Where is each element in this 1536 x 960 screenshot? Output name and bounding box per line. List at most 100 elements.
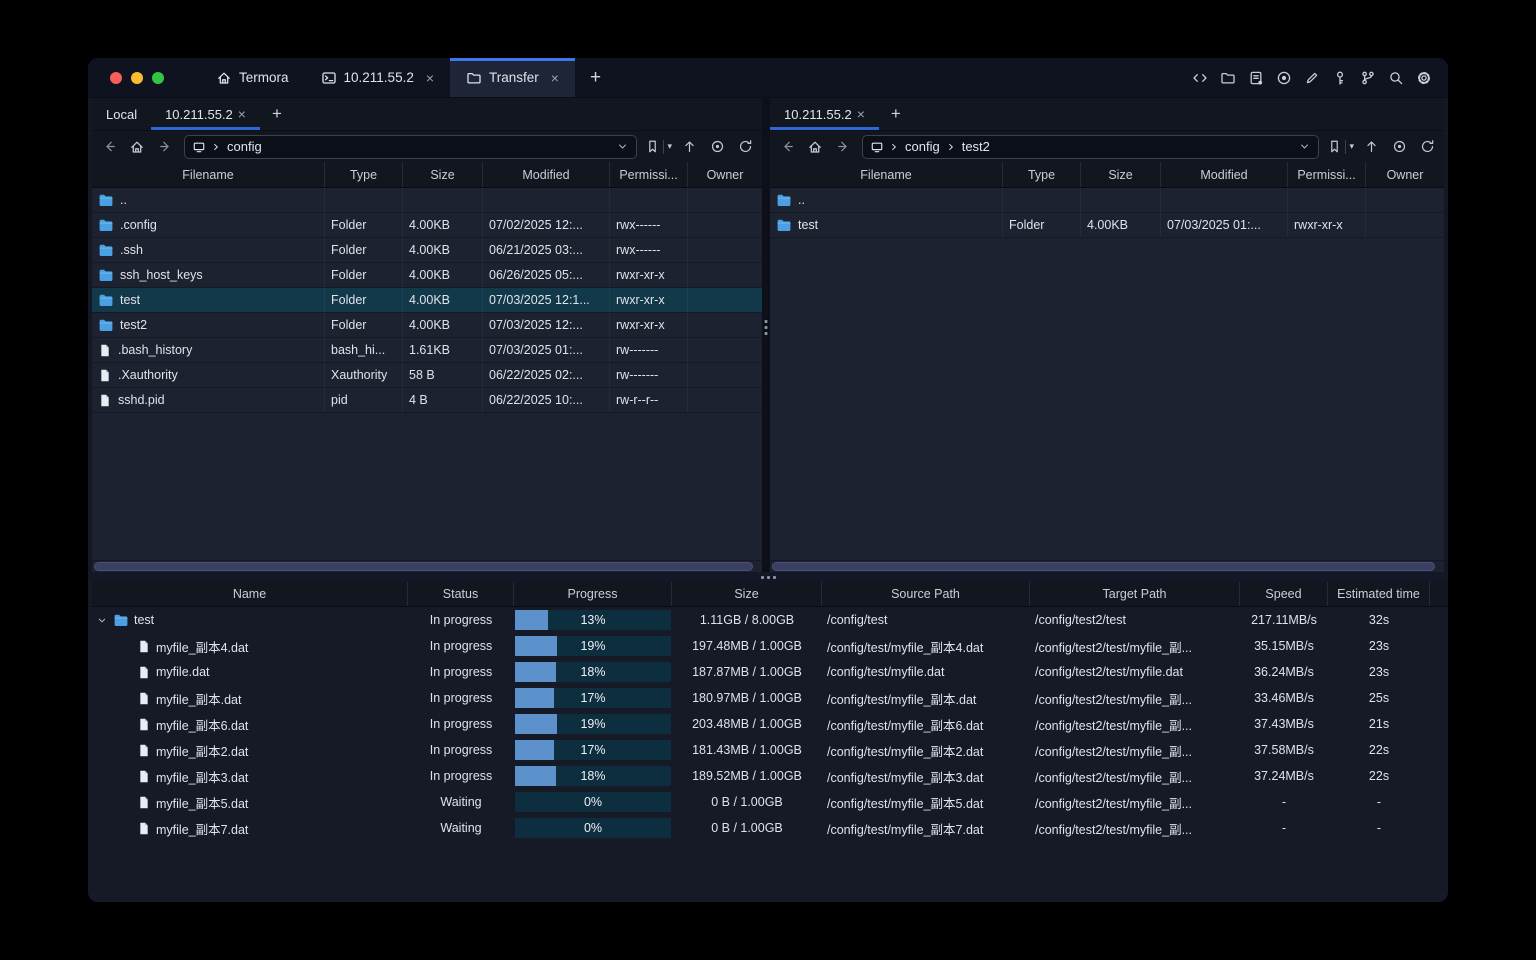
upload-button[interactable] [676, 135, 702, 159]
home-button[interactable] [124, 135, 150, 159]
column-header-target-path[interactable]: Target Path [1030, 582, 1240, 606]
home-button[interactable] [802, 135, 828, 159]
panel-tab-10-211-55-2[interactable]: 10.211.55.2 × [151, 98, 260, 130]
code-icon[interactable] [1192, 70, 1208, 86]
cell-text: rw-r--r-- [616, 393, 659, 407]
path-segment[interactable]: config [226, 139, 263, 154]
notes-icon[interactable] [1248, 70, 1264, 86]
upload-button[interactable] [1358, 135, 1384, 159]
back-button[interactable] [774, 135, 800, 159]
transfer-row[interactable]: test In progress 13% 1.11GB / 8.00GB/config… [92, 607, 1430, 633]
file-row[interactable]: .. [770, 188, 1444, 213]
close-tab-icon[interactable]: × [426, 70, 434, 86]
new-tab-button[interactable]: + [575, 58, 616, 97]
column-header-estimated-time[interactable]: Estimated time [1328, 582, 1430, 606]
forward-button[interactable] [152, 135, 178, 159]
column-header-type[interactable]: Type [1003, 162, 1081, 187]
scrollbar-thumb[interactable] [772, 562, 1436, 571]
column-header-size[interactable]: Size [403, 162, 483, 187]
record-icon[interactable] [1276, 70, 1292, 86]
close-tab-icon[interactable]: × [238, 106, 246, 122]
path-breadcrumb[interactable]: config [184, 134, 638, 159]
file-row[interactable]: .config Folder 4.00KB 07/02/2025 12:... rwx-… [92, 213, 762, 238]
panel-tab-local[interactable]: Local [92, 98, 151, 130]
splitter-grip-icon[interactable] [760, 575, 776, 579]
column-header-size[interactable]: Size [1081, 162, 1161, 187]
file-row[interactable]: test Folder 4.00KB 07/03/2025 01:... rwxr-xr… [770, 213, 1444, 238]
minimize-window-button[interactable] [131, 71, 143, 84]
bookmark-button[interactable]: ▾ [645, 139, 672, 154]
window-tab-transfer[interactable]: Transfer × [450, 58, 575, 97]
refresh-button[interactable] [1414, 135, 1440, 159]
transfer-row[interactable]: myfile_副本3.dat In progress 18% 189.52MB / 1… [92, 763, 1430, 789]
window-tab-10-211-55-2[interactable]: 10.211.55.2 × [305, 58, 451, 97]
target-path-cell: /config/test2/test/myfile_副... [1030, 637, 1240, 656]
panel-splitter[interactable] [762, 98, 770, 572]
bookmark-dropdown-icon[interactable]: ▾ [1349, 141, 1354, 152]
file-row[interactable]: test2 Folder 4.00KB 07/03/2025 12:... rwxr-x… [92, 313, 762, 338]
column-header-source-path[interactable]: Source Path [822, 582, 1030, 606]
scrollbar-thumb[interactable] [94, 562, 754, 571]
transfer-row[interactable]: myfile_副本.dat In progress 17% 180.97MB / 1.… [92, 685, 1430, 711]
file-row[interactable]: sshd.pid pid 4 B 06/22/2025 10:... rw-r--r-- [92, 388, 762, 413]
back-button[interactable] [96, 135, 122, 159]
branch-icon[interactable] [1360, 70, 1376, 86]
column-header-permissi[interactable]: Permissi... [1288, 162, 1366, 187]
hidden-files-button[interactable] [1386, 135, 1412, 159]
transfer-row[interactable]: myfile_副本5.dat Waiting 0% 0 B / 1.00GB/conf… [92, 789, 1430, 815]
forward-button[interactable] [830, 135, 856, 159]
bookmark-button[interactable]: ▾ [1327, 139, 1354, 154]
window-tab-termora[interactable]: Termora [200, 58, 305, 97]
bookmark-dropdown-icon[interactable]: ▾ [667, 141, 672, 152]
key-icon[interactable] [1332, 70, 1348, 86]
path-segment[interactable]: config [904, 139, 941, 154]
file-row[interactable]: .ssh Folder 4.00KB 06/21/2025 03:... rwx----… [92, 238, 762, 263]
column-header-size[interactable]: Size [672, 582, 822, 606]
transfer-row[interactable]: myfile_副本7.dat Waiting 0% 0 B / 1.00GB/conf… [92, 815, 1430, 841]
splitter-grip-icon[interactable] [764, 320, 768, 335]
close-window-button[interactable] [110, 71, 122, 84]
new-panel-tab-button[interactable]: + [879, 98, 913, 130]
column-header-speed[interactable]: Speed [1240, 582, 1328, 606]
path-dropdown-icon[interactable] [1298, 140, 1311, 153]
panel-tab-10-211-55-2[interactable]: 10.211.55.2 × [770, 98, 879, 130]
cell-text: 07/03/2025 01:... [489, 343, 583, 357]
file-row[interactable]: ssh_host_keys Folder 4.00KB 06/26/2025 05:.… [92, 263, 762, 288]
folder-icon[interactable] [1220, 70, 1236, 86]
close-tab-icon[interactable]: × [857, 106, 865, 122]
column-header-owner[interactable]: Owner [688, 162, 762, 187]
path-dropdown-icon[interactable] [616, 140, 629, 153]
path-breadcrumb[interactable]: config test2 [862, 134, 1320, 159]
transfer-row[interactable]: myfile_副本2.dat In progress 17% 181.43MB / 1… [92, 737, 1430, 763]
zoom-window-button[interactable] [152, 71, 164, 84]
edit-icon[interactable] [1304, 70, 1320, 86]
transfer-row[interactable]: myfile_副本6.dat In progress 19% 203.48MB / 1… [92, 711, 1430, 737]
column-header-filename[interactable]: Filename [92, 162, 325, 187]
file-row[interactable]: .Xauthority Xauthority 58 B 06/22/2025 02:.… [92, 363, 762, 388]
new-panel-tab-button[interactable]: + [260, 98, 294, 130]
transfer-splitter[interactable] [88, 572, 1448, 582]
column-header-progress[interactable]: Progress [514, 582, 672, 606]
column-header-modified[interactable]: Modified [483, 162, 610, 187]
hidden-files-button[interactable] [704, 135, 730, 159]
refresh-button[interactable] [732, 135, 758, 159]
column-header-permissi[interactable]: Permissi... [610, 162, 688, 187]
settings-icon[interactable] [1416, 70, 1432, 86]
transfer-row[interactable]: myfile.dat In progress 18% 187.87MB / 1.00G… [92, 659, 1430, 685]
column-header-filename[interactable]: Filename [770, 162, 1003, 187]
search-icon[interactable] [1388, 70, 1404, 86]
column-header-type[interactable]: Type [325, 162, 403, 187]
column-header-owner[interactable]: Owner [1366, 162, 1444, 187]
eye-icon [1392, 139, 1407, 154]
path-segment[interactable]: test2 [961, 139, 991, 154]
column-header-status[interactable]: Status [408, 582, 514, 606]
close-tab-icon[interactable]: × [551, 70, 559, 86]
file-row[interactable]: .bash_history bash_hi... 1.61KB 07/03/2025 … [92, 338, 762, 363]
file-row[interactable]: .. [92, 188, 762, 213]
expand-chevron-icon[interactable] [96, 614, 108, 627]
transfer-row[interactable]: myfile_副本4.dat In progress 19% 197.48MB / 1… [92, 633, 1430, 659]
column-header-modified[interactable]: Modified [1161, 162, 1288, 187]
column-header-name[interactable]: Name [92, 582, 408, 606]
file-row[interactable]: test Folder 4.00KB 07/03/2025 12:1... rwxr-x… [92, 288, 762, 313]
source-path: /config/test/myfile_副本2.dat [827, 744, 984, 759]
